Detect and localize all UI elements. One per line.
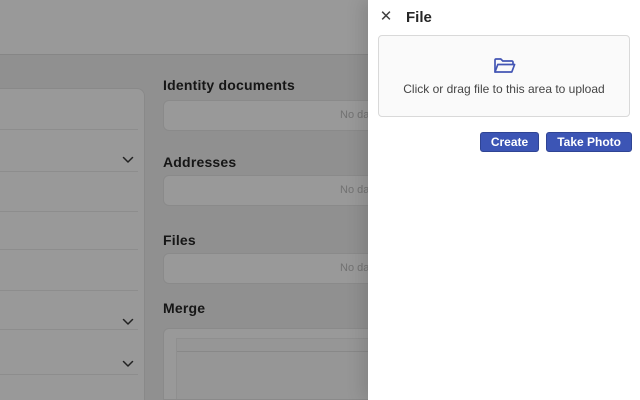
create-button[interactable]: Create (480, 132, 539, 152)
drawer-actions: Create Take Photo (368, 132, 632, 152)
drawer-title: File (406, 9, 432, 26)
close-icon[interactable]: ✕ (377, 8, 395, 26)
upload-dropzone[interactable]: Click or drag file to this area to uploa… (378, 35, 630, 117)
take-photo-button[interactable]: Take Photo (546, 132, 632, 152)
file-drawer: ✕ File Click or drag file to this area t… (368, 0, 640, 400)
app-screen: Identity documents No data Addresses No … (0, 0, 640, 400)
folder-open-icon (492, 56, 516, 76)
drawer-header: ✕ File (368, 0, 640, 32)
upload-hint-text: Click or drag file to this area to uploa… (403, 82, 604, 96)
